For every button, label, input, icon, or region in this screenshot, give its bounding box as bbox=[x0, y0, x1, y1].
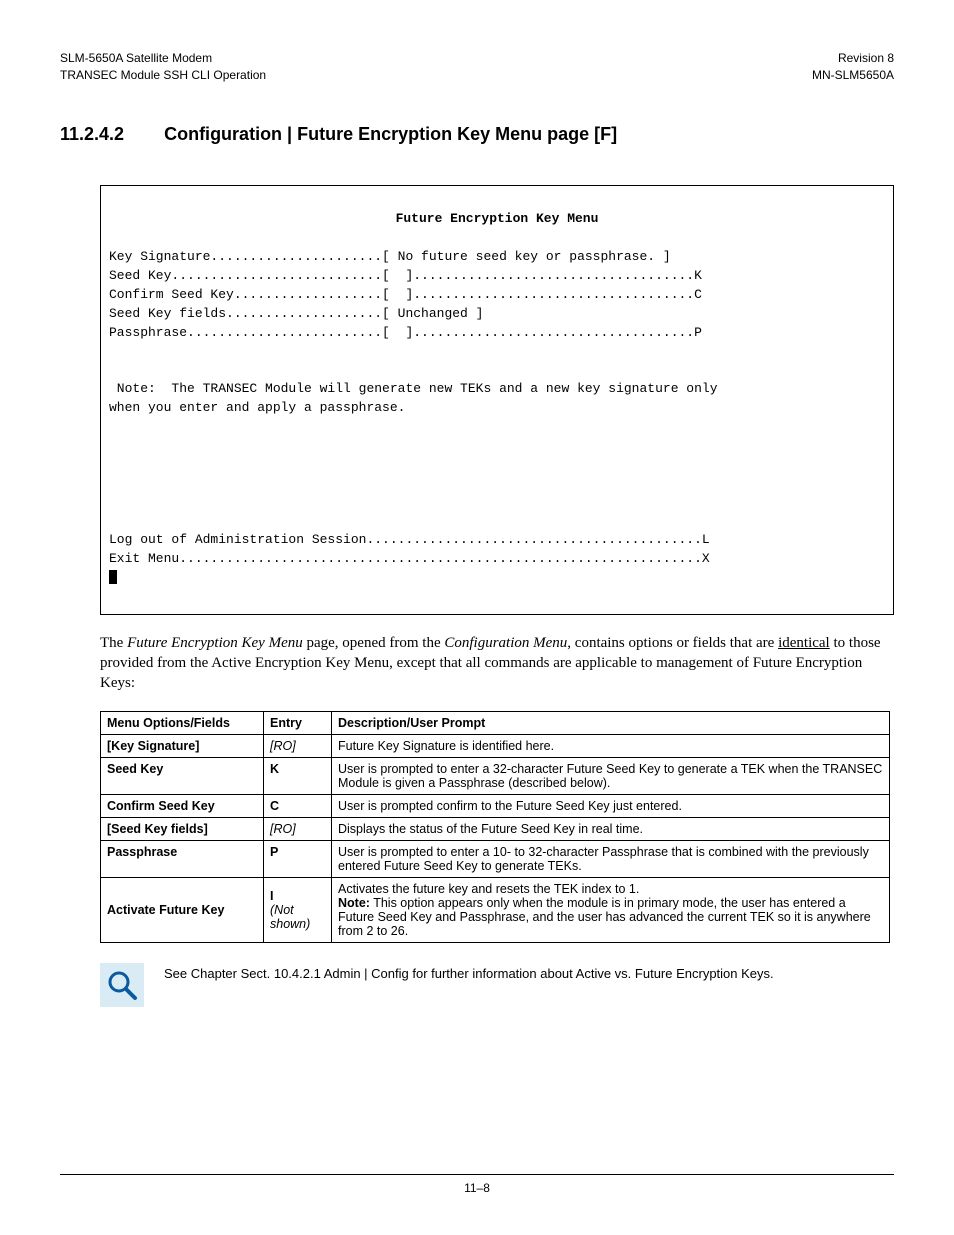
reference-note: See Chapter Sect. 10.4.2.1 Admin | Confi… bbox=[100, 963, 894, 1007]
table-header-row: Menu Options/Fields Entry Description/Us… bbox=[101, 712, 890, 735]
cell-desc: User is prompted to enter a 32-character… bbox=[332, 758, 890, 795]
table-row: Passphrase P User is prompted to enter a… bbox=[101, 841, 890, 878]
section-title: Configuration | Future Encryption Key Me… bbox=[164, 124, 617, 144]
intro-paragraph: The Future Encryption Key Menu page, ope… bbox=[100, 633, 894, 694]
terminal-cursor bbox=[109, 570, 117, 584]
cell-desc: User is prompted to enter a 10- to 32-ch… bbox=[332, 841, 890, 878]
cell-entry: [RO] bbox=[264, 735, 332, 758]
cell-desc: Future Key Signature is identified here. bbox=[332, 735, 890, 758]
table-row: [Seed Key fields] [RO] Displays the stat… bbox=[101, 818, 890, 841]
terminal-line-seed-key-fields: Seed Key fields....................[ Unc… bbox=[109, 306, 483, 321]
header-product: SLM-5650A Satellite Modem bbox=[60, 50, 266, 67]
reference-note-text: See Chapter Sect. 10.4.2.1 Admin | Confi… bbox=[164, 963, 774, 983]
cell-desc: User is prompted confirm to the Future S… bbox=[332, 795, 890, 818]
terminal-title: Future Encryption Key Menu bbox=[109, 210, 885, 229]
cell-opt: [Key Signature] bbox=[101, 735, 264, 758]
cell-opt: [Seed Key fields] bbox=[101, 818, 264, 841]
header-right: Revision 8 MN-SLM5650A bbox=[812, 50, 894, 84]
page-number: 11–8 bbox=[464, 1181, 490, 1195]
cell-opt: Confirm Seed Key bbox=[101, 795, 264, 818]
terminal-line-key-signature: Key Signature......................[ No … bbox=[109, 249, 671, 264]
terminal-line-exit: Exit Menu...............................… bbox=[109, 551, 710, 566]
terminal-note: Note: The TRANSEC Module will generate n… bbox=[109, 381, 718, 415]
page: SLM-5650A Satellite Modem TRANSEC Module… bbox=[0, 0, 954, 1235]
page-footer: 11–8 bbox=[60, 1174, 894, 1195]
menu-name-italic: Future Encryption Key Menu bbox=[127, 635, 303, 651]
header-left: SLM-5650A Satellite Modem TRANSEC Module… bbox=[60, 50, 266, 84]
page-header: SLM-5650A Satellite Modem TRANSEC Module… bbox=[60, 50, 894, 84]
entry-not-shown: (Not shown) bbox=[270, 903, 325, 931]
cell-entry: P bbox=[264, 841, 332, 878]
cell-opt: Seed Key bbox=[101, 758, 264, 795]
identical-underline: identical bbox=[778, 635, 830, 651]
th-entry: Entry bbox=[264, 712, 332, 735]
magnifier-icon bbox=[100, 963, 144, 1007]
terminal-line-confirm-seed-key: Confirm Seed Key...................[ ]..… bbox=[109, 287, 702, 302]
options-table: Menu Options/Fields Entry Description/Us… bbox=[100, 711, 890, 943]
header-docnum: MN-SLM5650A bbox=[812, 67, 894, 84]
cell-entry: C bbox=[264, 795, 332, 818]
section-number: 11.2.4.2 bbox=[60, 124, 124, 145]
th-options: Menu Options/Fields bbox=[101, 712, 264, 735]
terminal-line-logout: Log out of Administration Session.......… bbox=[109, 532, 710, 547]
terminal-line-seed-key: Seed Key...........................[ ]..… bbox=[109, 268, 702, 283]
table-row: [Key Signature] [RO] Future Key Signatur… bbox=[101, 735, 890, 758]
config-menu-italic: Configuration Menu bbox=[444, 635, 567, 651]
header-subtitle: TRANSEC Module SSH CLI Operation bbox=[60, 67, 266, 84]
cell-opt: Passphrase bbox=[101, 841, 264, 878]
cell-entry: [RO] bbox=[264, 818, 332, 841]
cell-opt: Activate Future Key bbox=[101, 878, 264, 943]
header-revision: Revision 8 bbox=[812, 50, 894, 67]
terminal-line-passphrase: Passphrase.........................[ ]..… bbox=[109, 325, 702, 340]
th-description: Description/User Prompt bbox=[332, 712, 890, 735]
cell-desc: Activates the future key and resets the … bbox=[332, 878, 890, 943]
cell-desc: Displays the status of the Future Seed K… bbox=[332, 818, 890, 841]
table-row: Activate Future Key I (Not shown) Activa… bbox=[101, 878, 890, 943]
cell-entry: I (Not shown) bbox=[264, 878, 332, 943]
section-heading: 11.2.4.2 Configuration | Future Encryptio… bbox=[60, 124, 894, 145]
note-bold: Note: bbox=[338, 896, 370, 910]
table-row: Seed Key K User is prompted to enter a 3… bbox=[101, 758, 890, 795]
terminal-screenshot: Future Encryption Key Menu Key Signature… bbox=[100, 185, 894, 615]
cell-entry: K bbox=[264, 758, 332, 795]
table-row: Confirm Seed Key C User is prompted conf… bbox=[101, 795, 890, 818]
